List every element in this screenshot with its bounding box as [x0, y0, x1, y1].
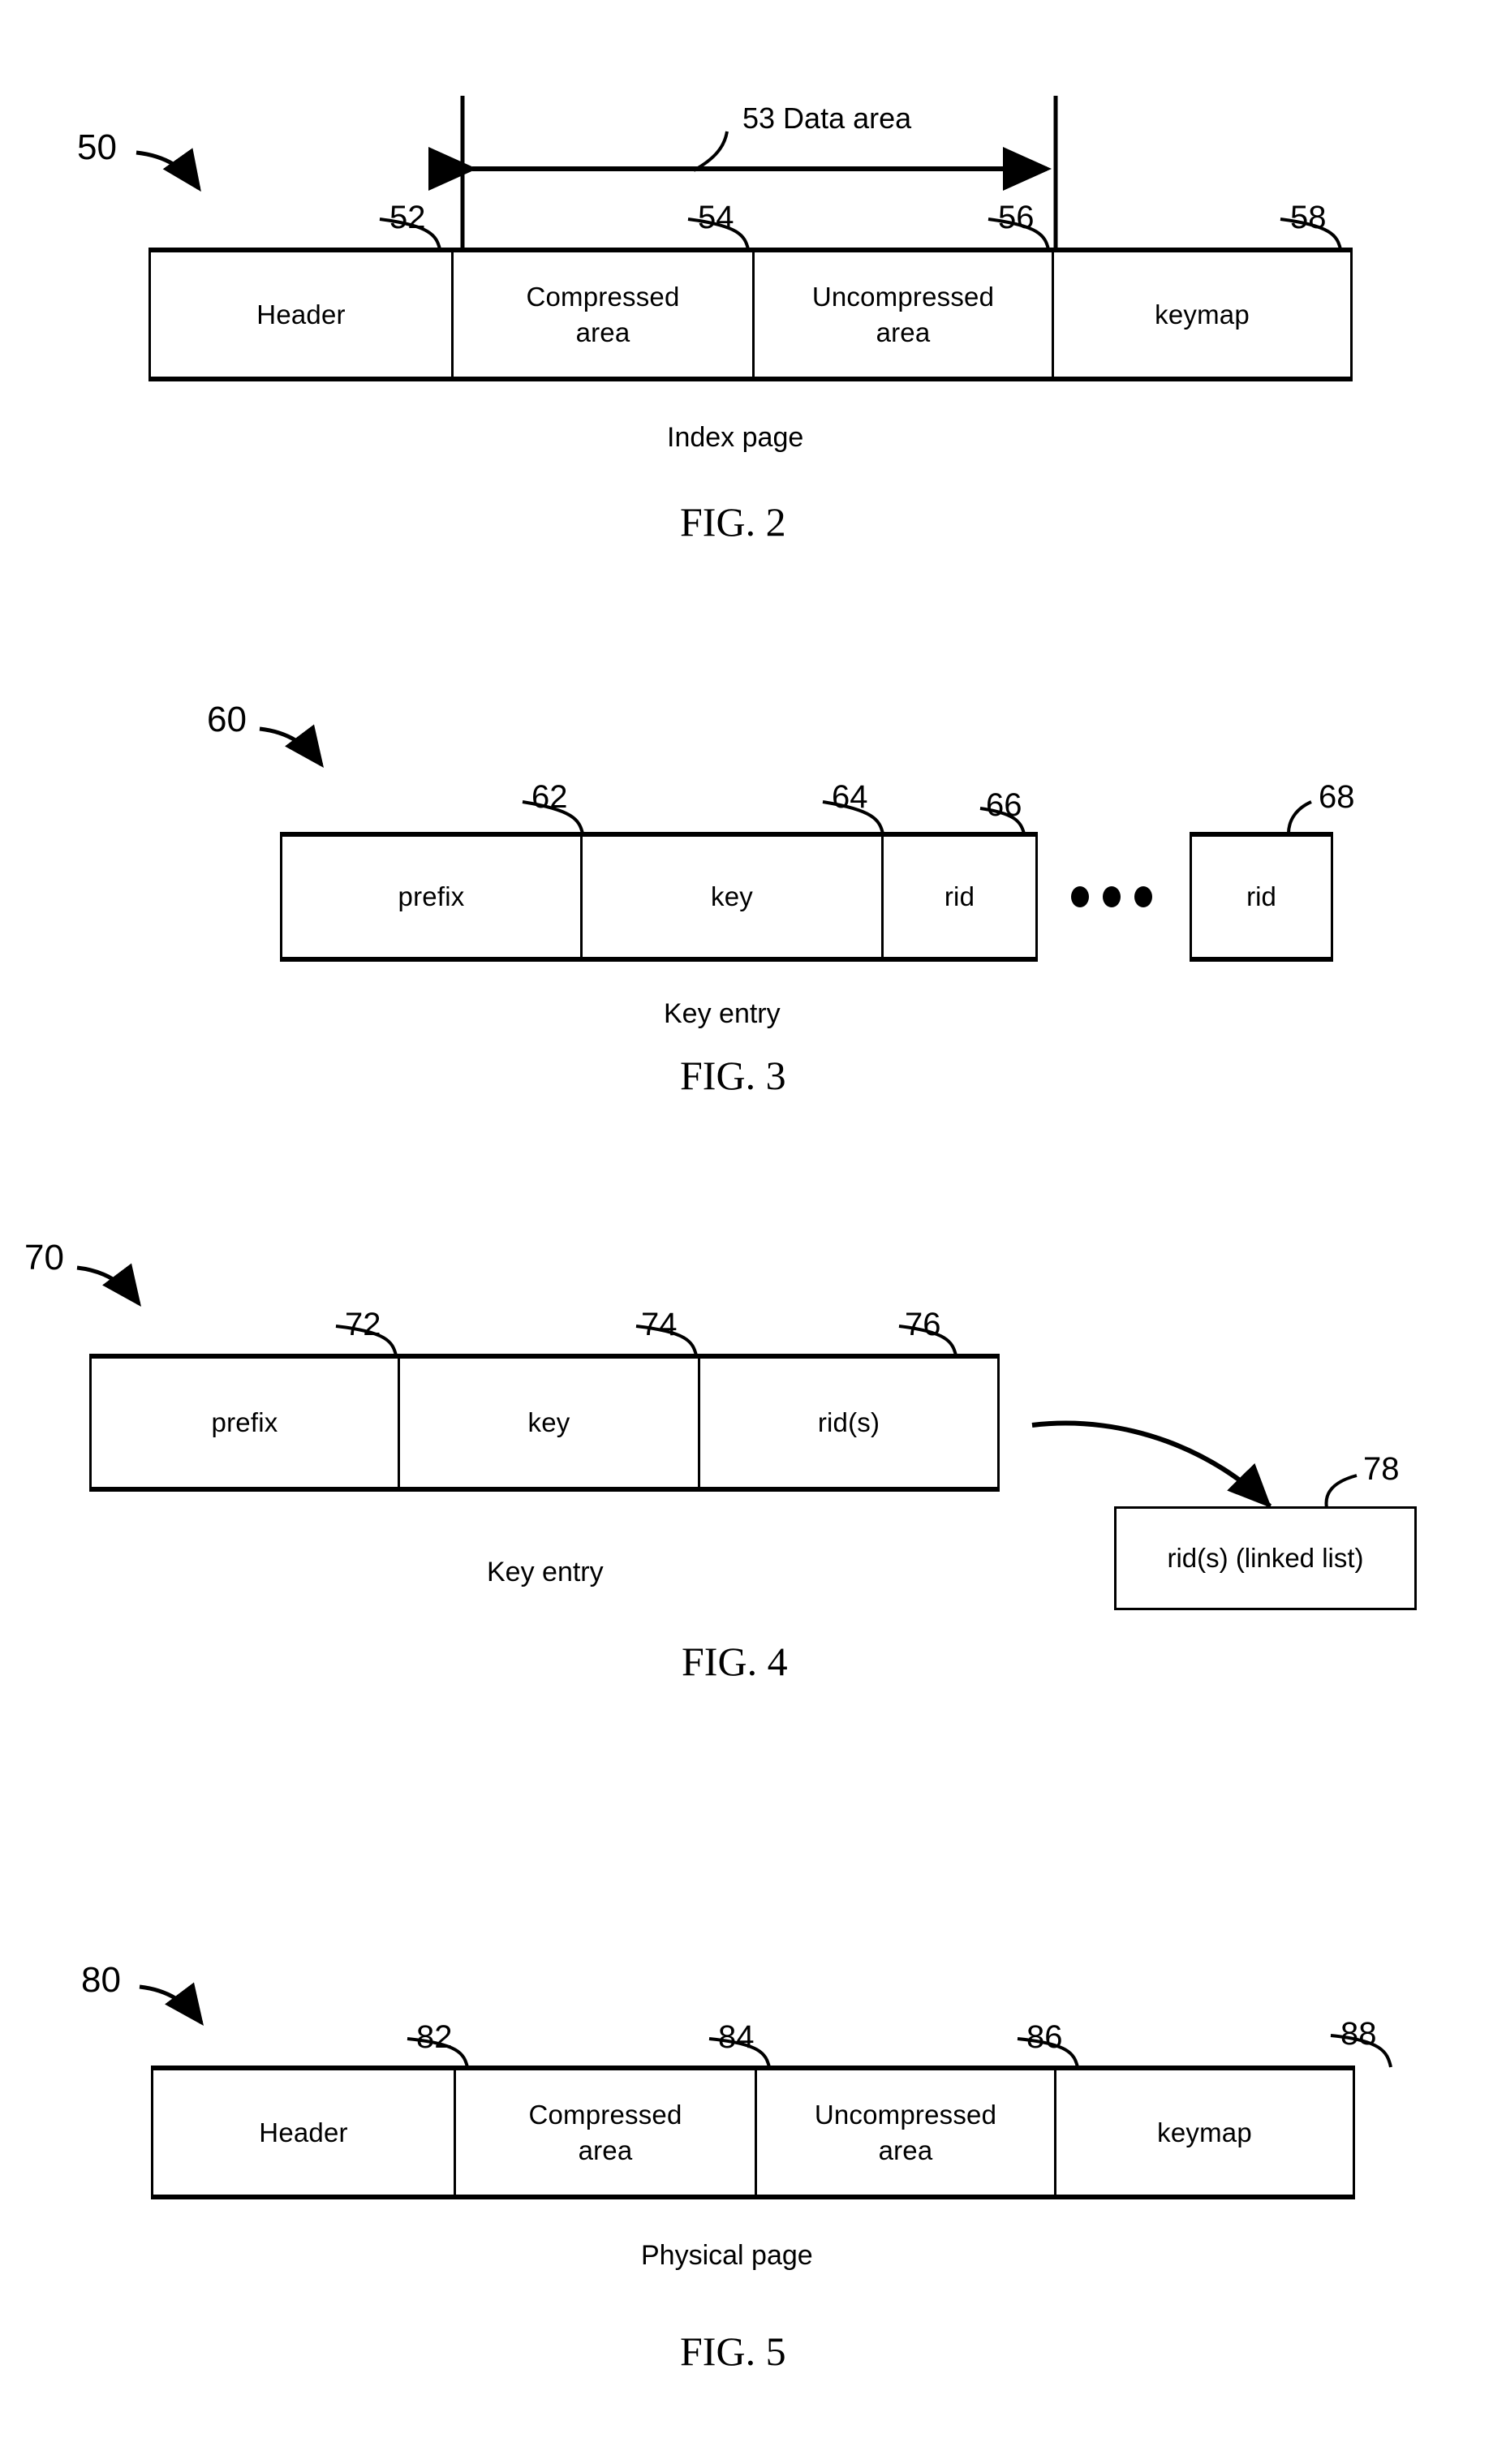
reference-numeral-52: 52: [389, 200, 426, 235]
index-page-strip: Header Compressed area Uncompressed area…: [148, 248, 1353, 381]
assembly-arrow-60: [259, 724, 325, 768]
cell-key-label: key: [711, 881, 753, 912]
cell-keymap-label: keymap: [1155, 299, 1250, 330]
reference-numeral-50: 50: [77, 127, 117, 167]
reference-numeral-68: 68: [1319, 779, 1355, 815]
key-entry-strip-fig4: prefix key rid(s): [89, 1354, 1000, 1492]
reference-numeral-74: 74: [641, 1307, 678, 1342]
reference-numeral-54: 54: [698, 200, 734, 235]
key-entry-strip: prefix key rid: [280, 832, 1038, 962]
reference-numeral-66: 66: [986, 787, 1022, 823]
data-area-annotation: 53 Data area: [742, 101, 912, 135]
cell-header-label: Header: [256, 299, 346, 330]
linked-list-connector-arrow: [1031, 1420, 1272, 1509]
leader-line-68: [1287, 800, 1312, 834]
ellipsis-dots: [1071, 886, 1152, 907]
cell-compressed-area-label: Compressed area: [528, 2099, 682, 2165]
dot-icon: [1103, 886, 1121, 907]
cell-key-label: key: [527, 1407, 570, 1438]
figure-5-label: FIG. 5: [680, 2328, 786, 2374]
figure-3-label: FIG. 3: [680, 1053, 786, 1098]
cell-prefix-label: prefix: [211, 1407, 278, 1438]
dot-icon: [1134, 886, 1152, 907]
cell-prefix: prefix: [282, 837, 583, 957]
cell-key: key: [400, 1359, 700, 1487]
cell-keymap: keymap: [1056, 2070, 1353, 2195]
reference-numeral-88: 88: [1340, 2016, 1377, 2052]
cell-compressed-area: Compressed area: [454, 252, 755, 377]
reference-numeral-76: 76: [905, 1307, 941, 1342]
figure-2-caption: Index page: [667, 422, 804, 453]
reference-numeral-82: 82: [416, 2019, 453, 2055]
cell-key: key: [583, 837, 884, 957]
reference-numeral-72: 72: [345, 1307, 381, 1342]
cell-keymap-label: keymap: [1157, 2117, 1252, 2147]
leader-line-53: [693, 131, 729, 172]
cell-keymap: keymap: [1054, 252, 1350, 377]
reference-numeral-56: 56: [998, 200, 1035, 235]
figure-2-label: FIG. 2: [680, 499, 786, 545]
patent-drawing-sheet: 50 53 Data area 52 54 56 58 Header Compr…: [0, 0, 1506, 2464]
linked-list-label: rid(s) (linked list): [1167, 1542, 1364, 1573]
reference-numeral-60: 60: [207, 700, 247, 739]
reference-numeral-80: 80: [81, 1960, 121, 2000]
reference-numeral-58: 58: [1290, 200, 1327, 235]
reference-numeral-84: 84: [718, 2019, 755, 2055]
physical-page-strip: Header Compressed area Uncompressed area…: [151, 2066, 1355, 2199]
cell-uncompressed-area-label: Uncompressed area: [811, 281, 995, 347]
cell-uncompressed-area: Uncompressed area: [757, 2070, 1056, 2195]
reference-numeral-78: 78: [1363, 1451, 1400, 1487]
figure-3-caption: Key entry: [664, 998, 781, 1029]
cell-compressed-area: Compressed area: [456, 2070, 757, 2195]
assembly-arrow-50: [136, 148, 201, 192]
cell-rid-label: rid: [944, 881, 975, 912]
detached-rid-box: rid: [1190, 832, 1333, 962]
cell-rid: rid: [884, 837, 1035, 957]
figure-5-caption: Physical page: [641, 2240, 813, 2271]
dot-icon: [1071, 886, 1089, 907]
cell-header-label: Header: [259, 2117, 348, 2147]
cell-uncompressed-area-label: Uncompressed area: [814, 2099, 997, 2165]
reference-numeral-62: 62: [531, 779, 568, 815]
detached-rid-label: rid: [1246, 881, 1276, 911]
linked-list-box: rid(s) (linked list): [1114, 1506, 1417, 1610]
figure-4-caption: Key entry: [487, 1557, 604, 1587]
cell-uncompressed-area: Uncompressed area: [755, 252, 1054, 377]
assembly-arrow-80: [139, 1982, 204, 2026]
cell-compressed-area-label: Compressed area: [526, 281, 680, 347]
cell-rids-label: rid(s): [817, 1407, 880, 1438]
cell-prefix-label: prefix: [398, 881, 465, 912]
reference-numeral-70: 70: [24, 1238, 64, 1277]
cell-rids: rid(s): [700, 1359, 997, 1487]
leader-line-78: [1324, 1474, 1358, 1509]
cell-header: Header: [151, 252, 454, 377]
reference-numeral-64: 64: [832, 779, 868, 815]
cell-prefix: prefix: [92, 1359, 400, 1487]
cell-header: Header: [153, 2070, 456, 2195]
figure-4-label: FIG. 4: [682, 1639, 788, 1684]
assembly-arrow-70: [76, 1263, 142, 1307]
reference-numeral-86: 86: [1026, 2019, 1063, 2055]
